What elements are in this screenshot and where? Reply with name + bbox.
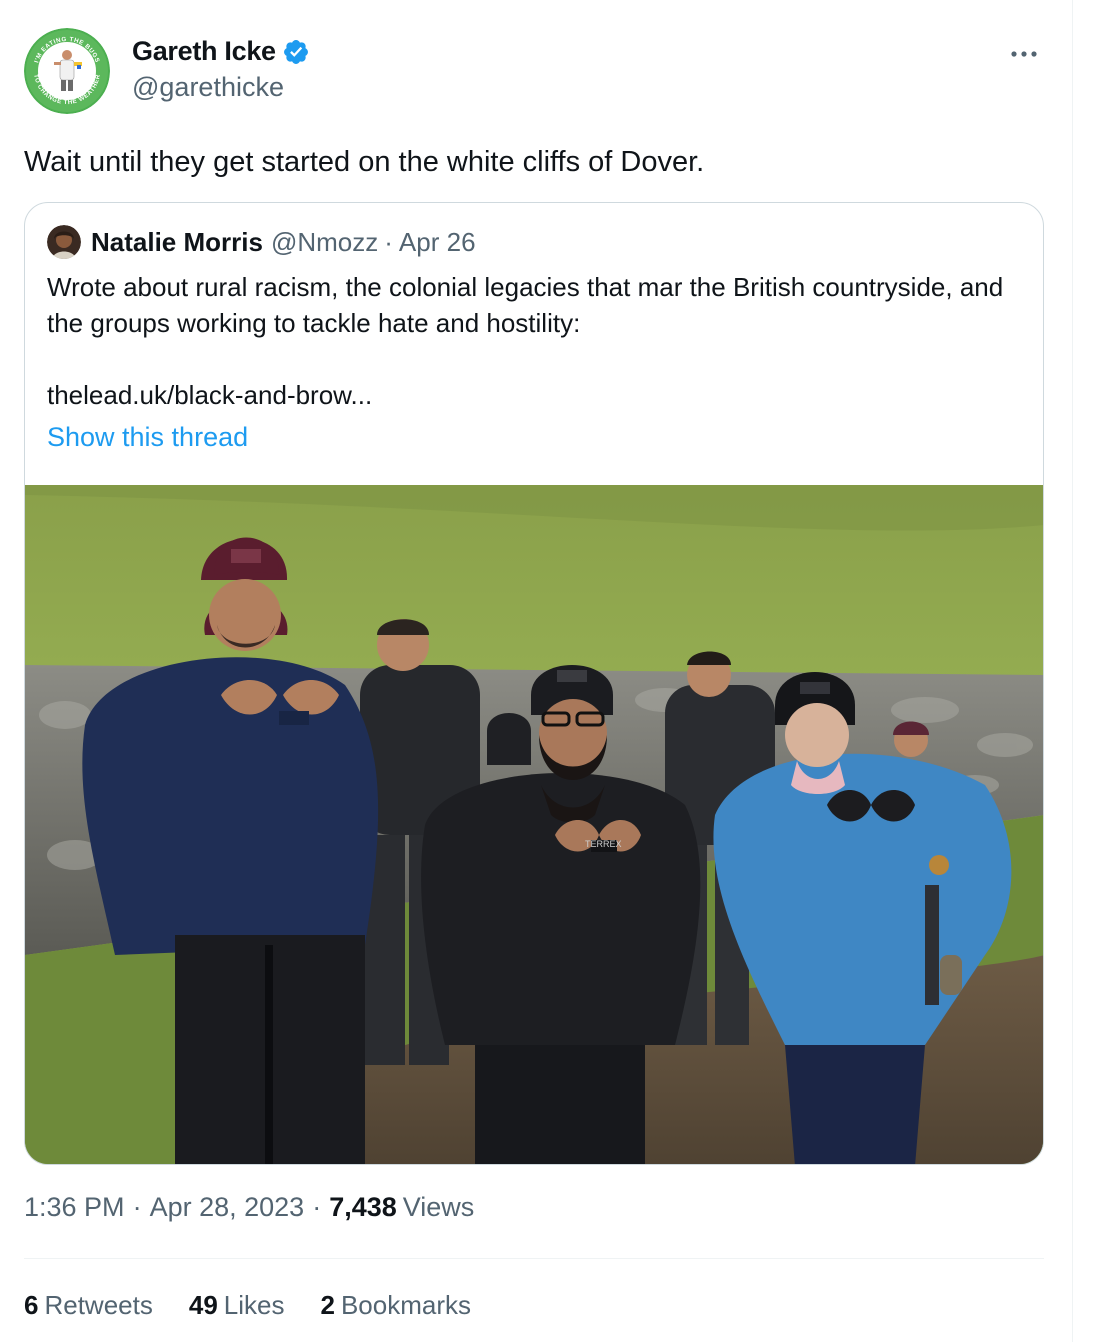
author-display-name[interactable]: Gareth Icke [132, 36, 276, 67]
more-options-icon[interactable] [1008, 38, 1040, 70]
quoted-tweet-photo[interactable]: TERREX [25, 485, 1043, 1164]
bookmarks-label: Bookmarks [340, 1290, 471, 1320]
quoted-tweet-body: Wrote about rural racism, the colonial l… [47, 272, 1004, 338]
bookmarks-stat[interactable]: 2 Bookmarks [320, 1290, 471, 1321]
quoted-author-handle[interactable]: @Nmozz [271, 227, 378, 258]
retweets-count: 6 [24, 1290, 39, 1320]
quoted-author-avatar[interactable] [47, 225, 81, 259]
engagement-stats: 6 Retweets 49 Likes 2 Bookmarks [24, 1290, 507, 1321]
likes-stat[interactable]: 49 Likes [189, 1290, 285, 1321]
likes-label: Likes [223, 1290, 285, 1320]
views-count: 7,438 [329, 1192, 397, 1222]
quoted-tweet-link[interactable]: thelead.uk/black-and-brow... [47, 377, 372, 413]
photo-jacket-logo: TERREX [585, 839, 622, 849]
tweet-time[interactable]: 1:36 PM [24, 1192, 125, 1223]
quoted-author-name[interactable]: Natalie Morris [91, 227, 263, 258]
show-thread-link[interactable]: Show this thread [47, 419, 248, 455]
author-name-row: Gareth Icke [132, 36, 310, 67]
meta-separator-1: · [132, 1192, 142, 1222]
tweet-text: Wait until they get started on the white… [24, 146, 705, 178]
meta-separator-2: · [312, 1192, 322, 1222]
stats-divider [24, 1258, 1044, 1259]
author-avatar[interactable]: I'M EATING THE BUGS TO CHANGE THE WEATHE… [24, 28, 110, 114]
quoted-separator: · [384, 226, 393, 257]
tweet-date[interactable]: Apr 28, 2023 [150, 1192, 305, 1223]
quoted-tweet-text: Wrote about rural racism, the colonial l… [47, 269, 1007, 341]
retweets-label: Retweets [44, 1290, 153, 1320]
verified-badge-icon [282, 38, 310, 66]
author-handle[interactable]: @garethicke [132, 72, 284, 103]
quoted-date[interactable]: Apr 26 [399, 227, 476, 258]
bookmarks-count: 2 [320, 1290, 335, 1320]
tweet-header: I'M EATING THE BUGS TO CHANGE THE WEATHE… [24, 28, 1044, 118]
column-border [1072, 0, 1073, 1342]
quoted-tweet-header: Natalie Morris @Nmozz · Apr 26 [47, 225, 476, 259]
retweets-stat[interactable]: 6 Retweets [24, 1290, 153, 1321]
likes-count: 49 [188, 1290, 218, 1320]
tweet-meta: 1:36 PM · Apr 28, 2023 · 7,438 Views [24, 1192, 474, 1223]
quoted-tweet[interactable]: Natalie Morris @Nmozz · Apr 26 Wrote abo… [24, 202, 1044, 1165]
views-label: Views [402, 1192, 475, 1222]
